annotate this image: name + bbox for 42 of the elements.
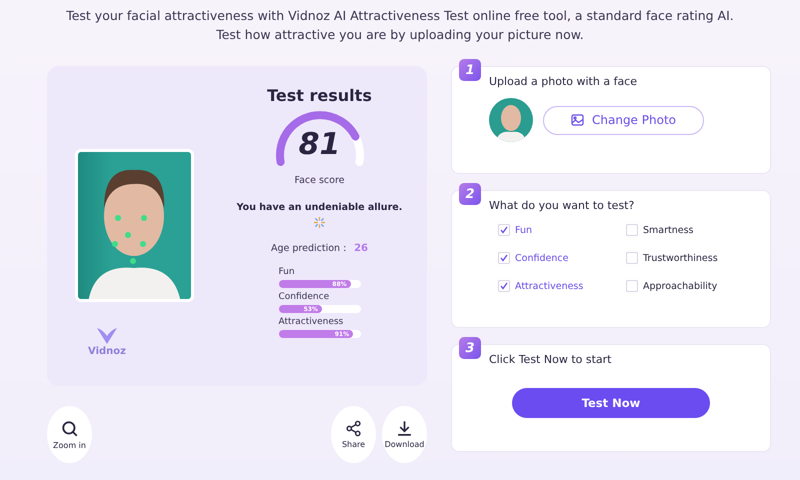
test-option[interactable]: Approachability xyxy=(626,280,766,292)
intro-text: Test how attractive you are by uploading your picture now. xyxy=(216,27,584,42)
share-icon xyxy=(345,420,362,437)
age-value: 26 xyxy=(354,243,368,254)
checkbox[interactable] xyxy=(498,280,510,292)
age-label: Age prediction： xyxy=(271,242,350,255)
step-number: 3 xyxy=(459,337,481,359)
trait-label: Confidence xyxy=(278,292,330,302)
test-option[interactable]: Smartness xyxy=(626,224,766,236)
test-option[interactable]: Confidence xyxy=(498,252,626,264)
zoom-in-button[interactable]: Zoom in xyxy=(47,406,92,463)
test-now-button[interactable]: Test Now xyxy=(512,388,710,418)
test-option[interactable]: Trustworthiness xyxy=(626,252,766,264)
checkbox[interactable] xyxy=(626,252,638,264)
checkbox[interactable] xyxy=(498,224,510,236)
step-number: 1 xyxy=(459,59,481,81)
test-option[interactable]: Fun xyxy=(498,224,626,236)
checkbox[interactable] xyxy=(498,252,510,264)
verdict-text: You have an undeniable allure. xyxy=(236,202,402,213)
logo-icon xyxy=(96,326,118,346)
results-title: Test results xyxy=(267,86,372,105)
checkbox[interactable] xyxy=(626,280,638,292)
step-title: Click Test Now to start xyxy=(489,353,612,366)
intro-text: Test your facial attractiveness with Vidnoz AI Attractiveness Test online free tool, a standard face rating AI. xyxy=(66,8,734,23)
download-icon xyxy=(396,420,413,437)
score-label: Face score xyxy=(294,175,345,186)
image-icon xyxy=(571,114,584,126)
trait-label: Fun xyxy=(278,267,296,277)
step-title: What do you want to test? xyxy=(489,199,636,212)
sparkle-icon xyxy=(314,217,325,228)
logo-text: Vidnoz xyxy=(88,346,126,357)
avatar-photo-placeholder xyxy=(489,98,533,142)
download-button[interactable]: Download xyxy=(382,406,427,463)
score-value: 81 xyxy=(298,127,342,162)
test-option[interactable]: Attractiveness xyxy=(498,280,626,292)
change-photo-button[interactable]: Change Photo xyxy=(543,106,704,134)
trait-label: Attractiveness xyxy=(278,317,344,327)
step-number: 2 xyxy=(459,183,481,205)
step-title: Upload a photo with a face xyxy=(489,75,638,88)
search-icon xyxy=(60,420,78,438)
checkbox[interactable] xyxy=(626,224,638,236)
share-button[interactable]: Share xyxy=(331,406,376,463)
